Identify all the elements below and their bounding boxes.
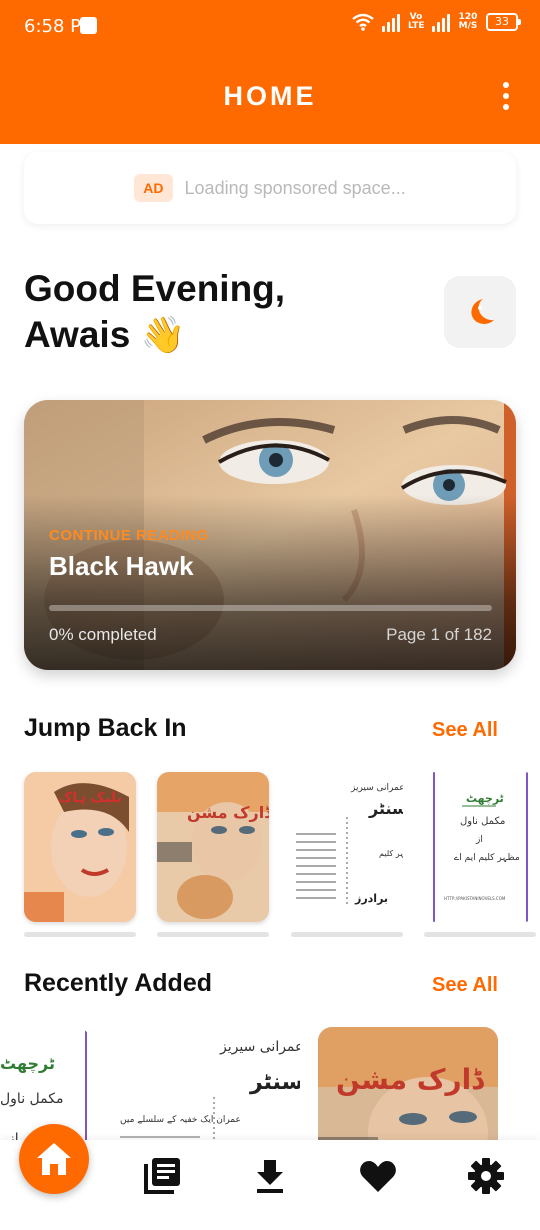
svg-text:عمرانی سیریز: عمرانی سیریز bbox=[350, 783, 403, 793]
svg-text:HTTP://PAKISTANINOVELS.COM: HTTP://PAKISTANINOVELS.COM bbox=[444, 896, 506, 901]
home-screen: 6:58 PM Vo LTE 120 M/S 33 HOME AD Loadin… bbox=[0, 0, 540, 1230]
svg-text:برادرز: برادرز bbox=[354, 892, 388, 905]
favorites-icon bbox=[360, 1161, 396, 1192]
book-progress-bar bbox=[424, 932, 536, 937]
svg-text:مظہر کلیم: مظہر کلیم bbox=[379, 849, 403, 858]
book-cover-art: عمرانی سیریز ٹاسنٹر مظہر کلیم برادرز bbox=[291, 772, 403, 922]
signal-icon bbox=[382, 12, 400, 32]
recent-book-title: ڈارک مشن bbox=[336, 1063, 485, 1096]
status-icons: Vo LTE 120 M/S 33 bbox=[352, 12, 521, 32]
svg-text:از: از bbox=[475, 835, 483, 845]
home-icon bbox=[37, 1143, 71, 1175]
ad-banner[interactable]: AD Loading sponsored space... bbox=[24, 152, 516, 224]
book-card[interactable]: ٹرچھٹ مکمل ناول از مظہر کلیم ایم اے HTTP… bbox=[424, 772, 536, 937]
reading-progress-bar bbox=[49, 605, 492, 611]
book-cover-art: بلیک ہاک bbox=[24, 772, 136, 922]
book-card[interactable]: بلیک ہاک bbox=[24, 772, 136, 937]
continue-book-title: Black Hawk bbox=[49, 551, 194, 581]
net-speed-unit: M/S bbox=[458, 21, 478, 31]
nav-favorites-button[interactable] bbox=[358, 1156, 398, 1196]
greeting-line2-wrap: Awais 👋 bbox=[24, 312, 404, 358]
book-card[interactable]: ڈارک مشن bbox=[157, 772, 269, 937]
ad-loading-text: Loading sponsored space... bbox=[184, 177, 406, 198]
moon-icon bbox=[471, 299, 494, 324]
continue-label: CONTINUE READING bbox=[49, 527, 209, 544]
wifi-icon bbox=[352, 13, 374, 31]
nav-settings-button[interactable] bbox=[466, 1156, 506, 1196]
recently-added-see-all[interactable]: See All bbox=[432, 974, 498, 997]
net-speed: 120 M/S bbox=[458, 13, 478, 31]
svg-text:عمران ایک خفیہ کے سلسلے میں: عمران ایک خفیہ کے سلسلے میں bbox=[120, 1115, 241, 1125]
page-count-text: Page 1 of 182 bbox=[386, 625, 492, 644]
recent-book-title: مکمل ناول bbox=[0, 1091, 63, 1107]
book-cover-art: ڈارک مشن bbox=[157, 772, 269, 922]
book-cover-title: ٹاسنٹر bbox=[368, 799, 403, 818]
svg-text:مظہر کلیم ایم اے: مظہر کلیم ایم اے bbox=[454, 853, 520, 863]
book-cover-title: ڈارک مشن bbox=[187, 803, 269, 822]
svg-text:ٹرچھٹ: ٹرچھٹ bbox=[0, 1054, 55, 1074]
library-icon bbox=[144, 1158, 180, 1194]
recent-book-title: ٹاسنٹر bbox=[249, 1070, 300, 1095]
user-name: Awais bbox=[24, 314, 131, 355]
book-card[interactable]: عمرانی سیریز ٹاسنٹر مظہر کلیم برادرز bbox=[291, 772, 403, 937]
download-icon bbox=[257, 1160, 283, 1193]
more-vert-icon[interactable] bbox=[498, 82, 514, 110]
greeting: Good Evening, Awais 👋 bbox=[24, 266, 404, 358]
wave-emoji: 👋 bbox=[140, 314, 186, 355]
book-cover-title: بلیک ہاک bbox=[58, 790, 122, 806]
progress-percent-text: 0% completed bbox=[49, 625, 157, 644]
continue-reading-card[interactable]: CONTINUE READING Black Hawk 0% completed… bbox=[24, 400, 516, 670]
book-cover: بلیک ہاک bbox=[24, 772, 136, 922]
battery-icon: 33 bbox=[486, 13, 521, 31]
nav-library-button[interactable] bbox=[142, 1156, 182, 1196]
app-header: 6:58 PM Vo LTE 120 M/S 33 HOME bbox=[0, 0, 540, 144]
nav-home-button[interactable] bbox=[19, 1124, 89, 1194]
signal-2-icon bbox=[432, 12, 450, 32]
nav-downloads-button[interactable] bbox=[250, 1156, 290, 1196]
greeting-line1: Good Evening, bbox=[24, 268, 286, 309]
jump-back-in-title: Jump Back In bbox=[24, 714, 187, 742]
ad-badge: AD bbox=[134, 174, 173, 202]
recently-added-title: Recently Added bbox=[24, 969, 213, 997]
book-cover: عمرانی سیریز ٹاسنٹر مظہر کلیم برادرز bbox=[291, 772, 403, 922]
notification-icon bbox=[80, 17, 97, 34]
book-progress-bar bbox=[157, 932, 269, 937]
book-cover-art: ٹرچھٹ مکمل ناول از مظہر کلیم ایم اے HTTP… bbox=[424, 772, 536, 922]
jump-back-in-list: بلیک ہاک ڈارک مشن عمرانی سیریز نٹر ہر کل… bbox=[24, 772, 540, 942]
svg-text:عمرانی سیریز: عمرانی سیریز bbox=[219, 1039, 300, 1055]
book-progress-bar bbox=[291, 932, 403, 937]
book-cover: ٹرچھٹ مکمل ناول از مظہر کلیم ایم اے HTTP… bbox=[424, 772, 536, 922]
volte-label: Vo LTE bbox=[408, 12, 425, 31]
page-title: HOME bbox=[223, 81, 317, 111]
book-cover: ڈارک مشن bbox=[157, 772, 269, 922]
book-cover-title: مکمل ناول bbox=[460, 816, 505, 827]
settings-icon bbox=[468, 1158, 504, 1194]
book-progress-bar bbox=[24, 932, 136, 937]
svg-text:ٹرچھٹ: ٹرچھٹ bbox=[466, 792, 504, 805]
theme-toggle-button[interactable] bbox=[444, 276, 516, 348]
jump-back-in-see-all[interactable]: See All bbox=[432, 719, 498, 742]
